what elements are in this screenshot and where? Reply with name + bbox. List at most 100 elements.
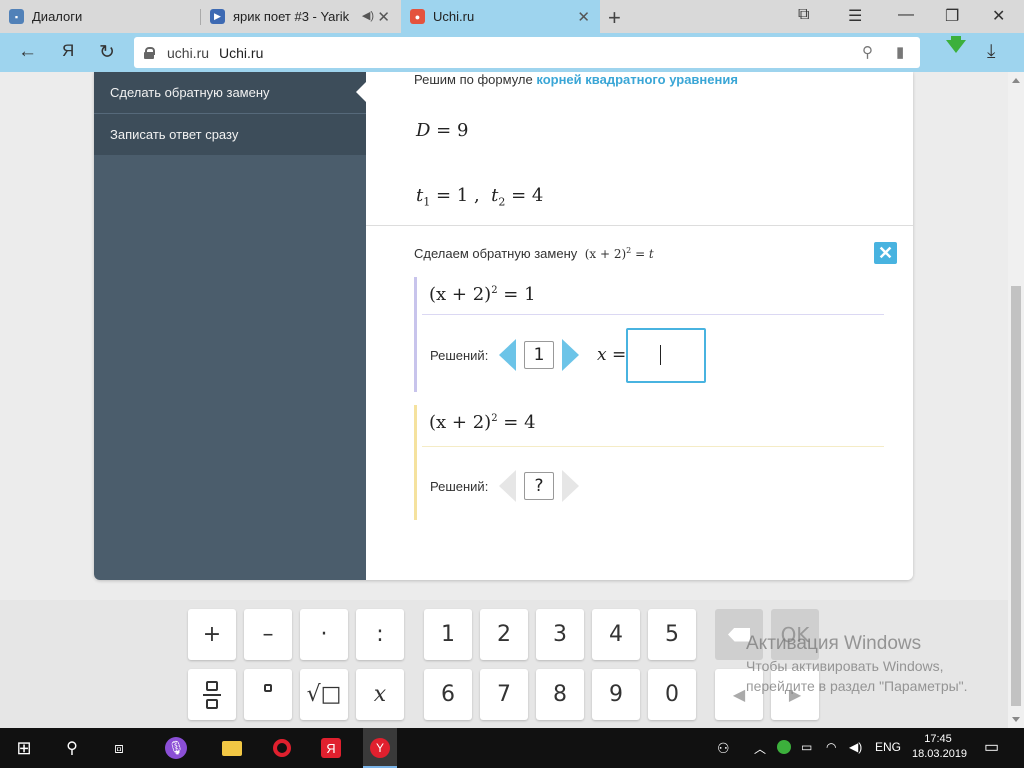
key-digit-7[interactable]: 7 (480, 669, 528, 720)
minimize-icon[interactable]: — (898, 6, 914, 24)
page-scrollbar[interactable] (1008, 72, 1024, 728)
file-explorer-icon[interactable] (221, 737, 243, 759)
notifications-icon[interactable]: ▭ (984, 737, 999, 757)
key-divide[interactable]: : (356, 609, 404, 660)
key-x[interactable]: x (356, 669, 404, 720)
reload-icon[interactable]: ↻ (99, 41, 115, 64)
key-digit-8[interactable]: 8 (536, 669, 584, 720)
key-digit-1[interactable]: 1 (424, 609, 472, 660)
answer-input[interactable] (626, 328, 706, 383)
browser-tab-strip: ▪ Диалоги ▶ ярик поет #3 - Yarik ◀) ✕ ● … (0, 0, 1024, 33)
close-tab-icon[interactable]: ✕ (377, 8, 390, 26)
equation-block-2: (x + 2)2 = 4 Решений: ? (414, 405, 884, 520)
search-icon[interactable]: ⚲ (61, 737, 83, 759)
tab-uchi[interactable]: ● Uchi.ru ✕ (401, 0, 600, 33)
quadratic-formula-link[interactable]: корней квадратного уравнения (536, 72, 738, 87)
windows-start-icon[interactable]: ⊞ (13, 737, 35, 759)
key-digit-9[interactable]: 9 (592, 669, 640, 720)
activation-watermark-line: перейдите в раздел "Параметры". (746, 678, 968, 694)
solutions-count: ? (524, 472, 554, 500)
fraction-icon (203, 680, 221, 709)
substitution-text: Сделаем обратную замену (414, 246, 578, 261)
equation-left: (x + 2) (429, 284, 492, 305)
bookmarks-panel-icon[interactable]: ⧉ (798, 6, 809, 24)
show-hidden-icons[interactable]: ︿ (754, 740, 766, 757)
key-cursor-right[interactable]: ▶ (771, 669, 819, 720)
key-multiply[interactable]: · (300, 609, 348, 660)
text-caret (660, 345, 661, 365)
yandex-app-icon[interactable]: Y (369, 737, 391, 759)
lesson-card: Сделать обратную замену Записать ответ с… (94, 72, 913, 580)
activation-watermark-title: Активация Windows (746, 633, 922, 654)
x-equals-label: x = (597, 345, 626, 365)
increase-count-arrow[interactable] (562, 470, 579, 502)
equation-2: (x + 2)2 = 4 (429, 412, 536, 433)
lock-icon (144, 46, 155, 59)
solution-sidebar: Сделать обратную замену Записать ответ с… (94, 72, 366, 580)
bookmark-icon[interactable]: ▮ (896, 43, 904, 61)
sidebar-item-label: Записать ответ сразу (110, 127, 239, 142)
cortana-mic-icon[interactable]: 🎙 (165, 737, 187, 759)
root-t1: 1 (456, 185, 469, 206)
close-tab-icon[interactable]: ✕ (577, 8, 590, 26)
tab-dialogs[interactable]: ▪ Диалоги (0, 0, 200, 33)
yandex-logo-icon[interactable]: Я (62, 41, 74, 61)
root-subscript: 2 (498, 195, 506, 209)
restore-icon[interactable]: ❐ (945, 6, 959, 26)
tab-yarik-video[interactable]: ▶ ярик поет #3 - Yarik ◀) ✕ (201, 0, 400, 33)
key-digit-5[interactable]: 5 (648, 609, 696, 660)
solution-content: Решим по формуле корней квадратного урав… (366, 72, 913, 580)
key-power[interactable] (244, 669, 292, 720)
scroll-thumb[interactable] (1011, 286, 1021, 706)
key-digit-0[interactable]: 0 (648, 669, 696, 720)
solutions-label: Решений: (430, 479, 489, 494)
key-digit-4[interactable]: 4 (592, 609, 640, 660)
search-icon[interactable]: ⚲ (862, 43, 873, 61)
sidebar-item-write-answer[interactable]: Записать ответ сразу (94, 114, 366, 155)
key-digit-6[interactable]: 6 (424, 669, 472, 720)
downloads-icon[interactable]: ⤓ (987, 41, 995, 63)
equation-right: = 4 (497, 412, 536, 433)
equation-underline (422, 314, 884, 315)
key-plus[interactable]: + (188, 609, 236, 660)
language-indicator[interactable]: ENG (875, 740, 901, 754)
volume-icon[interactable]: ◀) (849, 740, 862, 754)
new-tab-button[interactable]: + (608, 5, 621, 31)
speaker-icon[interactable]: ◀) (362, 9, 374, 22)
scroll-up-icon[interactable] (1012, 78, 1020, 83)
back-arrow-icon[interactable]: ← (18, 41, 37, 63)
sidebar-item-reverse-substitution[interactable]: Сделать обратную замену (94, 72, 366, 113)
clock[interactable]: 17:45 18.03.2019 (912, 732, 967, 762)
close-step-button[interactable]: ✕ (874, 242, 897, 264)
tray-app-icon[interactable] (777, 740, 791, 757)
key-digit-2[interactable]: 2 (480, 609, 528, 660)
root-t2: 4 (531, 185, 544, 206)
key-minus[interactable]: – (244, 609, 292, 660)
formula-hint-text: Решим по формуле (414, 72, 533, 87)
yandex-browser-icon[interactable]: Я (320, 737, 342, 759)
active-pointer (356, 82, 366, 102)
increase-count-arrow[interactable] (562, 339, 579, 371)
opera-icon[interactable] (271, 737, 293, 759)
battery-icon[interactable]: ▭ (801, 740, 812, 754)
key-digit-3[interactable]: 3 (536, 609, 584, 660)
decrease-count-arrow[interactable] (499, 339, 516, 371)
chat-bubble-icon: ▪ (9, 9, 24, 24)
key-sqrt[interactable]: √□ (300, 669, 348, 720)
network-icon[interactable]: ◠ (826, 740, 836, 754)
power-icon (264, 683, 272, 692)
scroll-down-icon[interactable] (1012, 717, 1020, 722)
clock-time: 17:45 (924, 733, 952, 745)
equation-right: = 1 (497, 284, 536, 305)
key-fraction[interactable] (188, 669, 236, 720)
decrease-count-arrow[interactable] (499, 470, 516, 502)
menu-icon[interactable]: ☰ (848, 6, 862, 26)
x-label: x = (597, 345, 627, 365)
task-view-icon[interactable]: ⧈ (108, 737, 130, 759)
close-window-icon[interactable]: ✕ (992, 6, 1005, 26)
equation-underline (422, 446, 884, 447)
address-bar[interactable]: uchi.ru Uchi.ru ⚲ ▮ (134, 37, 920, 68)
people-icon[interactable]: ⚇ (717, 740, 730, 757)
key-cursor-left[interactable]: ◀ (715, 669, 763, 720)
equation-1: (x + 2)2 = 1 (429, 284, 536, 305)
